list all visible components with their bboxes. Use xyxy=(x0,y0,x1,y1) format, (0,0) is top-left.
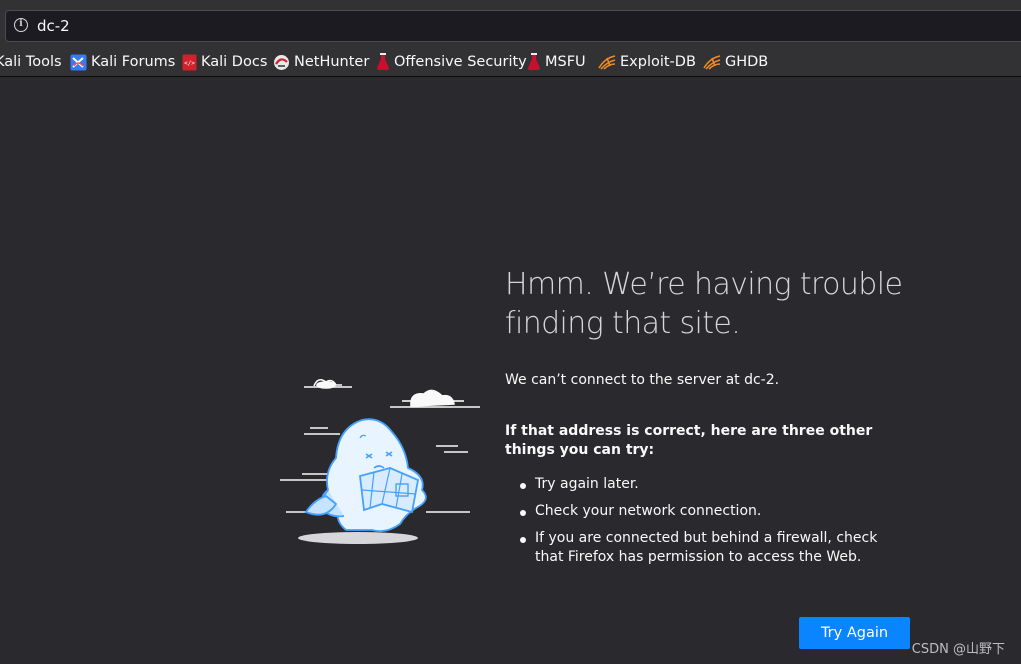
cloud-right-icon xyxy=(390,389,480,408)
bookmark-label: Offensive Security xyxy=(394,54,527,70)
suggestions-heading: If that address is correct, here are thr… xyxy=(505,423,873,458)
bookmark-label: Exploit-DB xyxy=(620,54,696,70)
suggestions-list: Try again later. Check your network conn… xyxy=(505,475,905,575)
cloud-left-icon xyxy=(304,378,352,389)
suggestion-item: Check your network connection. xyxy=(505,502,905,521)
url-text[interactable]: dc-2 xyxy=(37,17,70,35)
bookmarks-toolbar: Kali Tools Kali Forums </> Kali Docs Net… xyxy=(0,48,1021,77)
bookmark-kali-forums[interactable]: Kali Forums xyxy=(70,51,175,73)
error-title: Hmm. We’re having trouble finding that s… xyxy=(505,267,903,341)
bookmark-msfu[interactable]: MSFU xyxy=(527,51,586,73)
ghdb-icon xyxy=(703,55,721,70)
bookmark-label: MSFU xyxy=(545,54,586,70)
bookmark-exploit-db[interactable]: Exploit-DB xyxy=(598,51,696,73)
bookmark-label: GHDB xyxy=(725,54,769,70)
kali-forums-icon xyxy=(70,54,87,70)
error-message: We can’t connect to the server at dc-2. xyxy=(505,372,780,388)
watermark: CSDN @山野下 xyxy=(911,642,1005,657)
url-bar[interactable]: i dc-2 xyxy=(5,10,1021,42)
try-again-button[interactable]: Try Again xyxy=(799,617,910,649)
bookmark-label: Kali Forums xyxy=(91,54,176,70)
bookmark-label: NetHunter xyxy=(294,54,370,70)
suggestion-item: If you are connected but behind a firewa… xyxy=(505,529,905,567)
info-icon[interactable]: i xyxy=(14,18,28,32)
offsec-icon xyxy=(377,53,389,70)
bookmark-kali-tools[interactable]: Kali Tools xyxy=(0,51,62,73)
kali-docs-icon: </> xyxy=(182,54,197,70)
lost-creature-illustration xyxy=(280,378,480,544)
bookmark-ghdb[interactable]: GHDB xyxy=(703,51,768,73)
suggestion-item: Try again later. xyxy=(505,475,905,494)
bookmark-nethunter[interactable]: NetHunter xyxy=(273,51,369,73)
exploit-db-icon xyxy=(598,55,616,70)
nav-toolbar: i dc-2 xyxy=(0,0,1021,48)
bookmark-label: Kali Tools xyxy=(0,54,62,70)
nethunter-icon xyxy=(274,54,289,70)
msfu-icon xyxy=(528,53,540,70)
bookmark-offensive-security[interactable]: Offensive Security xyxy=(376,51,527,73)
creature-icon xyxy=(304,418,427,533)
svg-text:</>: </> xyxy=(184,60,195,67)
bookmark-kali-docs[interactable]: </> Kali Docs xyxy=(182,51,267,73)
bookmark-label: Kali Docs xyxy=(201,54,268,70)
